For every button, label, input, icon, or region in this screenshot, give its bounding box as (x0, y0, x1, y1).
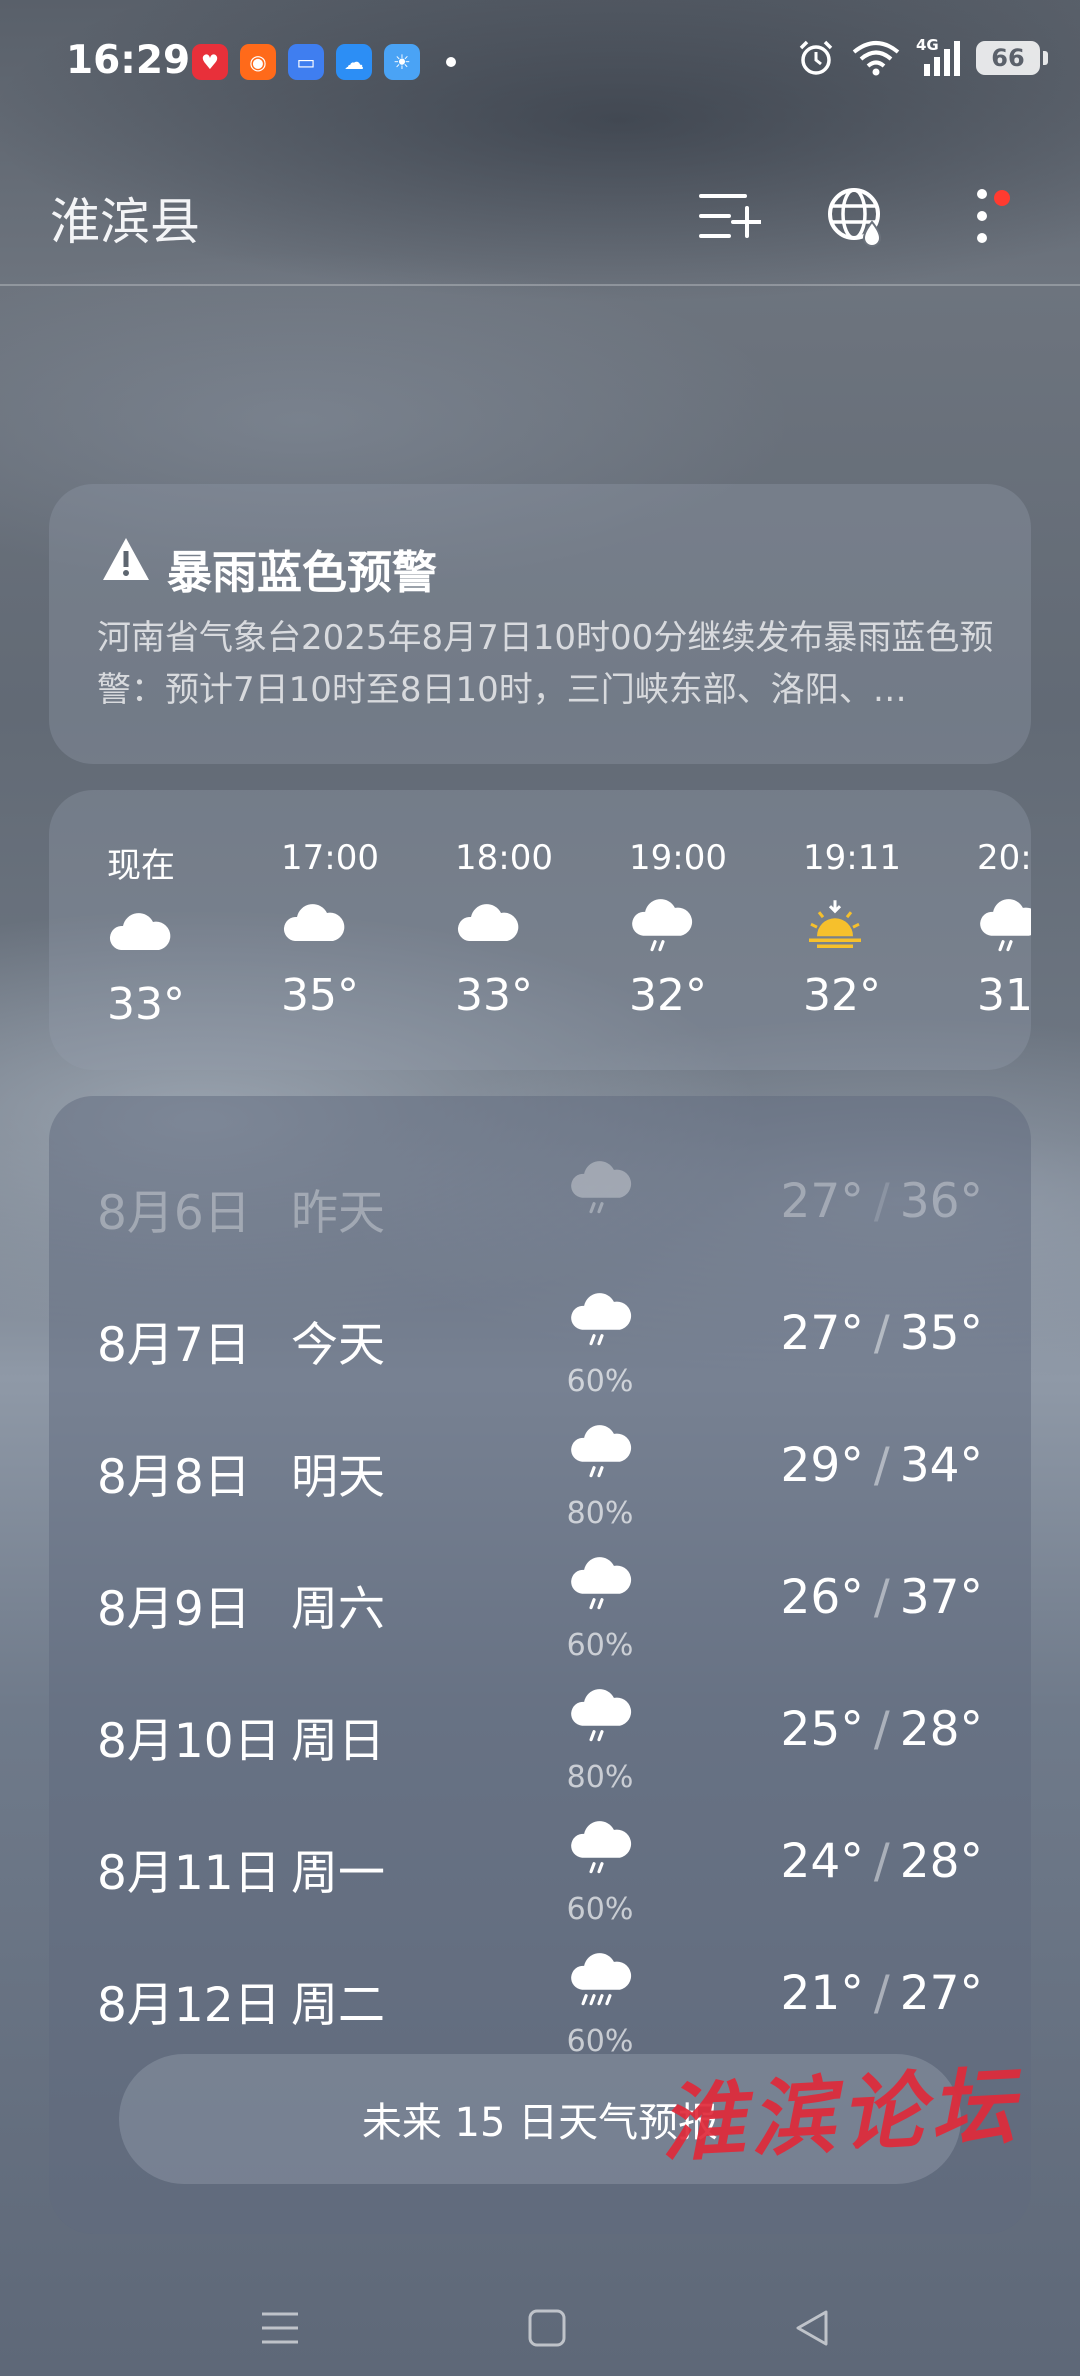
hour-temperature: 31° (977, 970, 1031, 1021)
day-temperature-range: 27°/36° (780, 1174, 983, 1229)
rain-cloud-icon (559, 1422, 641, 1480)
hourly-item: 18:00 33° (455, 838, 605, 1021)
cloud-app-icon: ☁ (336, 44, 372, 80)
forum-watermark: 淮滨论坛 (657, 2055, 1023, 2174)
cellular-signal-icon: 4G (916, 36, 962, 78)
day-date: 8月11日 (97, 1846, 281, 1901)
city-title[interactable]: 淮滨县 (50, 182, 200, 254)
status-bar: 16:29 ♥ ◉ ▭ ☁ ☀ 4G 66 (0, 0, 1080, 130)
day-name: 周六 (291, 1582, 385, 1637)
heart-app-icon: ♥ (192, 44, 228, 80)
hour-temperature: 33° (107, 979, 185, 1030)
day-name: 周二 (291, 1978, 385, 2033)
back-button[interactable] (782, 2298, 842, 2358)
hourly-item: 20:0 31° (977, 838, 1031, 1021)
more-icon (977, 189, 987, 243)
more-notifications-dot (446, 57, 456, 67)
status-time: 16:29 (66, 38, 191, 83)
back-triangle-icon (796, 2310, 828, 2346)
hourly-item: 19:00 32° (629, 838, 779, 1021)
weather-app-icon: ☀ (384, 44, 420, 80)
day-date: 8月6日 (97, 1186, 251, 1241)
day-date: 8月12日 (97, 1978, 281, 2033)
rain-cloud-icon (559, 1158, 641, 1216)
system-icons: 4G 66 (796, 36, 1048, 78)
notification-icons: ♥ ◉ ▭ ☁ ☀ (192, 44, 456, 80)
wifi-icon (852, 41, 900, 76)
day-name: 周一 (291, 1846, 385, 1901)
rain-cloud-icon (559, 1554, 641, 1612)
weather-alert-card[interactable]: 暴雨蓝色预警 河南省气象台2025年8月7日10时00分继续发布暴雨蓝色预警：预… (49, 484, 1031, 764)
hour-temperature: 35° (281, 970, 359, 1021)
rain-cloud-icon (977, 888, 1031, 962)
day-date: 8月10日 (97, 1714, 281, 1769)
alert-title: 暴雨蓝色预警 (167, 546, 438, 599)
day-name: 昨天 (291, 1186, 385, 1241)
hour-temperature: 33° (455, 970, 533, 1021)
day-temperature-range: 27°/35° (780, 1306, 983, 1361)
hour-time: 19:11 (803, 838, 901, 878)
day-date: 8月9日 (97, 1582, 251, 1637)
day-name: 明天 (291, 1450, 385, 1505)
globe-icon (828, 188, 882, 247)
more-options-button[interactable] (944, 178, 1020, 254)
day-name: 周日 (291, 1714, 385, 1769)
day-date: 8月7日 (97, 1318, 251, 1373)
add-city-icon (699, 194, 761, 238)
hour-time: 17:00 (281, 838, 379, 878)
precipitation-chance: 80% (566, 1760, 634, 1795)
cloud-icon (281, 888, 431, 962)
precipitation-chance: 80% (566, 1496, 634, 1531)
navigation-bar (0, 2280, 1080, 2376)
add-city-button[interactable] (692, 178, 768, 254)
globe-button[interactable] (818, 178, 894, 254)
hour-time: 18:00 (455, 838, 553, 878)
hourly-item: 现在 33° (107, 838, 257, 1030)
hour-time: 19:00 (629, 838, 727, 878)
update-badge (994, 190, 1010, 206)
hourly-item: 17:00 35° (281, 838, 431, 1021)
rain-cloud-icon (559, 1818, 641, 1876)
day-temperature-range: 26°/37° (780, 1570, 983, 1625)
daily-forecast-row[interactable]: 8月7日 今天 60% 27°/35° (49, 1290, 1031, 1422)
hour-time: 20:0 (977, 838, 1031, 878)
sunset-icon (803, 888, 953, 962)
rain-cloud-icon (559, 1686, 641, 1744)
precipitation-chance: 60% (566, 1628, 634, 1663)
hour-time: 现在 (107, 846, 175, 886)
daily-forecast-row[interactable]: 8月9日 周六 60% 26°/37° (49, 1554, 1031, 1686)
alarm-icon (799, 40, 833, 75)
kuaishou-icon: ◉ (240, 44, 276, 80)
warning-icon (103, 538, 149, 580)
precipitation-chance: 60% (566, 1364, 634, 1399)
battery-indicator: 66 (976, 41, 1048, 75)
cloud-icon (107, 897, 257, 971)
daily-forecast-row[interactable]: 8月10日 周日 80% 25°/28° (49, 1686, 1031, 1818)
heavy-rain-icon (559, 1950, 641, 2008)
alert-text: 河南省气象台2025年8月7日10时00分继续发布暴雨蓝色预警：预计7日10时至… (97, 618, 994, 710)
rain-cloud-icon (559, 1290, 641, 1348)
daily-forecast-row[interactable]: 8月11日 周一 60% 24°/28° (49, 1818, 1031, 1950)
cloud-icon (455, 888, 605, 962)
folder-icon: ▭ (288, 44, 324, 80)
daily-forecast-row[interactable]: 8月8日 明天 80% 29°/34° (49, 1422, 1031, 1554)
precipitation-chance: 60% (566, 1892, 634, 1927)
home-square-icon (528, 2309, 566, 2347)
day-temperature-range: 29°/34° (780, 1438, 983, 1493)
rain-cloud-icon (629, 888, 779, 962)
menu-icon (262, 2312, 298, 2344)
daily-forecast-row[interactable]: 8月6日 昨天 27°/36° (49, 1158, 1031, 1290)
day-temperature-range: 21°/27° (780, 1966, 983, 2021)
home-button[interactable] (517, 2298, 577, 2358)
day-name: 今天 (291, 1318, 385, 1373)
recent-apps-button[interactable] (250, 2298, 310, 2358)
hour-temperature: 32° (629, 970, 707, 1021)
day-temperature-range: 25°/28° (780, 1702, 983, 1757)
hourly-item: 19:11 32° (803, 838, 953, 1021)
top-bar: 淮滨县 (0, 160, 1080, 286)
day-date: 8月8日 (97, 1450, 251, 1505)
day-temperature-range: 24°/28° (780, 1834, 983, 1889)
hourly-forecast-card[interactable]: 现在 33° 17:00 35° 18:00 33° 19:00 32° 19:11 32° 20:… (49, 790, 1031, 1070)
hour-temperature: 32° (803, 970, 881, 1021)
